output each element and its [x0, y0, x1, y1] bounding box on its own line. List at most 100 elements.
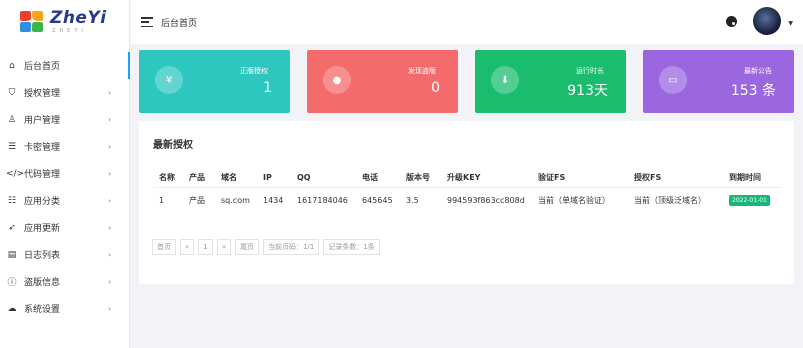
- stat-value: 153 条: [730, 83, 776, 99]
- cell-verify-fs: 当前（单域名验证）: [538, 195, 610, 205]
- sidebar-item-label: 代码管理: [24, 170, 61, 180]
- sidebar-item-code[interactable]: </> 代码管理 ›: [0, 160, 129, 187]
- cell-version: 3.5: [406, 195, 419, 205]
- cloud-icon: ☁: [7, 303, 17, 314]
- logo-subtitle: ZHEYI: [52, 28, 87, 34]
- menu-toggle-icon[interactable]: [141, 17, 153, 27]
- sidebar-item-label: 应用分类: [24, 197, 61, 207]
- sidebar-item-label: 用户管理: [24, 116, 61, 126]
- last-page-button[interactable]: 尾页: [235, 239, 260, 255]
- sidebar-item-update[interactable]: ➶ 应用更新 ›: [0, 214, 129, 241]
- sidebar-item-label: 授权管理: [24, 89, 61, 99]
- chevron-right-icon: ›: [108, 196, 111, 205]
- sidebar: ✦ ZheYi ZHEYI ⌂ 后台首页 ⛉ 授权管理 › ♙ 用户管理 › ☰…: [0, 0, 130, 348]
- logo-title: ZheYi: [50, 8, 107, 28]
- col-header: QQ: [291, 169, 356, 188]
- sidebar-item-logs[interactable]: ▤ 日志列表 ›: [0, 241, 129, 268]
- chevron-right-icon: ›: [108, 88, 111, 97]
- home-icon: ⌂: [9, 60, 15, 71]
- info-icon: ⓘ: [7, 278, 17, 288]
- sidebar-nav: ⌂ 后台首页 ⛉ 授权管理 › ♙ 用户管理 › ☰ 卡密管理 › </> 代码…: [0, 52, 130, 322]
- theme-palette-icon[interactable]: [726, 16, 737, 27]
- col-header: 域名: [215, 169, 257, 188]
- col-header: 版本号: [400, 169, 441, 188]
- first-page-button[interactable]: 首页: [152, 239, 176, 255]
- cell-expiry: 2022-01-01: [723, 187, 781, 213]
- sidebar-item-label: 应用更新: [24, 224, 61, 234]
- stat-value: 1: [263, 80, 272, 96]
- col-header: IP: [257, 169, 291, 188]
- cell-phone: 645645: [362, 195, 393, 205]
- page-title: 后台首页: [161, 18, 198, 29]
- log-icon: ▤: [7, 249, 17, 260]
- stat-label: 正版授权: [240, 67, 268, 75]
- chevron-right-icon: ›: [108, 304, 111, 313]
- chevron-down-icon[interactable]: ▼: [788, 20, 793, 27]
- prev-page-button[interactable]: «: [180, 239, 195, 255]
- chevron-right-icon: ›: [108, 250, 111, 259]
- yen-icon: ¥: [155, 66, 183, 94]
- col-header: 升级KEY: [441, 169, 532, 188]
- next-page-button[interactable]: »: [216, 239, 232, 255]
- user-icon: ♙: [7, 114, 17, 125]
- stat-cards: ¥ 正版授权 1 ● 发现盗版 0 ⬇ 运行时长 913天 ▭ 最新公告 153…: [139, 50, 794, 113]
- sidebar-item-home[interactable]: ⌂ 后台首页: [0, 52, 130, 79]
- sidebar-item-license[interactable]: ⛉ 授权管理 ›: [0, 79, 129, 106]
- stat-label: 最新公告: [744, 67, 772, 75]
- cell-name: 1: [159, 195, 165, 205]
- pagination: 首页 « 1 » 尾页 当前页码：1/1 记录条数：1条: [152, 239, 380, 255]
- chevron-right-icon: ›: [108, 169, 111, 178]
- sidebar-item-cards[interactable]: ☰ 卡密管理 ›: [0, 133, 129, 160]
- chevron-right-icon: ›: [108, 223, 111, 232]
- cell-upgrade-key: 994593f863cc808d: [447, 195, 525, 205]
- avatar[interactable]: [753, 7, 781, 35]
- latest-licenses-panel: 最新授权 名称 产品 域名 IP QQ 电话 版本号 升级KEY 验证FS 授权…: [139, 121, 794, 284]
- sidebar-item-settings[interactable]: ☁ 系统设置 ›: [0, 295, 129, 322]
- cell-qq: 1617184046: [297, 195, 348, 205]
- col-header: 名称: [153, 169, 183, 188]
- stat-card-announcements[interactable]: ▭ 最新公告 153 条: [643, 50, 794, 113]
- stat-value: 0: [431, 80, 440, 96]
- logo[interactable]: ✦ ZheYi ZHEYI: [0, 0, 129, 44]
- stat-value: 913天: [567, 83, 608, 99]
- current-page-info: 当前页码：1/1: [263, 239, 320, 255]
- cell-domain: sq.com: [221, 195, 250, 205]
- chevron-right-icon: ›: [108, 115, 111, 124]
- record-count-info: 记录条数：1条: [323, 239, 380, 255]
- stat-label: 发现盗版: [408, 67, 436, 75]
- page-number-button[interactable]: 1: [198, 239, 213, 255]
- table-header-row: 名称 产品 域名 IP QQ 电话 版本号 升级KEY 验证FS 授权FS 到期…: [153, 169, 781, 188]
- col-header: 产品: [183, 169, 215, 188]
- table-row: 1 产品 sq.com 1434 1617184046 645645 3.5 9…: [153, 187, 781, 213]
- code-icon: </>: [6, 168, 25, 179]
- license-table: 名称 产品 域名 IP QQ 电话 版本号 升级KEY 验证FS 授权FS 到期…: [153, 169, 781, 213]
- stat-card-licensed[interactable]: ¥ 正版授权 1: [139, 50, 290, 113]
- col-header: 到期时间: [723, 169, 781, 188]
- sidebar-item-label: 系统设置: [24, 305, 61, 315]
- sidebar-item-label: 盗版信息: [24, 278, 61, 288]
- message-icon: ▭: [659, 66, 687, 94]
- expiry-badge: 2022-01-01: [729, 194, 770, 206]
- chevron-right-icon: ›: [108, 142, 111, 151]
- sidebar-item-category[interactable]: ☷ 应用分类 ›: [0, 187, 129, 214]
- shield-icon: ⛉: [8, 87, 16, 98]
- stat-card-uptime[interactable]: ⬇ 运行时长 913天: [475, 50, 626, 113]
- rocket-icon: ➶: [8, 222, 16, 233]
- top-header: 后台首页 ▼: [131, 0, 803, 44]
- cell-product: 产品: [189, 195, 205, 205]
- stat-label: 运行时长: [576, 67, 604, 75]
- sidebar-item-label: 卡密管理: [24, 143, 61, 153]
- col-header: 电话: [356, 169, 400, 188]
- sidebar-item-piracy[interactable]: ⓘ 盗版信息 ›: [0, 268, 129, 295]
- col-header: 授权FS: [628, 169, 723, 188]
- chevron-right-icon: ›: [108, 277, 111, 286]
- sidebar-item-users[interactable]: ♙ 用户管理 ›: [0, 106, 129, 133]
- logo-mark-icon: ✦: [20, 11, 46, 33]
- category-icon: ☷: [7, 195, 17, 206]
- user-icon: ●: [323, 66, 351, 94]
- sidebar-item-label: 日志列表: [24, 251, 61, 261]
- cell-ip: 1434: [263, 195, 284, 205]
- stat-card-piracy[interactable]: ● 发现盗版 0: [307, 50, 458, 113]
- panel-title: 最新授权: [153, 140, 193, 151]
- sidebar-item-label: 后台首页: [24, 62, 61, 72]
